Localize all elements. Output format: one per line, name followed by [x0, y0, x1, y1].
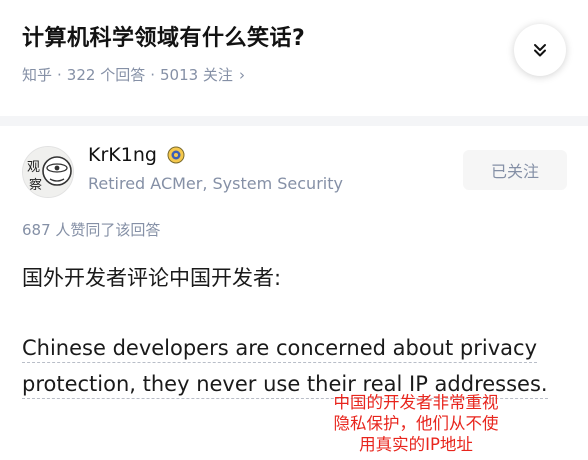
double-chevron-down-icon — [534, 44, 546, 57]
meta-separator: · — [57, 65, 62, 84]
source-label: 知乎 — [22, 66, 53, 84]
avatar[interactable]: 观 察 — [22, 146, 74, 198]
answer-count: 322 个回答 — [66, 66, 146, 84]
achievement-badge-icon — [167, 146, 185, 164]
section-divider — [0, 116, 588, 126]
vote-count: 687 人赞同了该回答 — [22, 221, 161, 239]
translation-annotation: 中国的开发者非常重视 — [333, 393, 499, 412]
question-title[interactable]: 计算机科学领域有什么笑话? — [22, 20, 305, 52]
chevron-right-icon: › — [238, 65, 245, 84]
answer-text-line: Chinese developers are concerned about p… — [22, 336, 537, 363]
author-bio: Retired ACMer, System Security — [88, 174, 343, 193]
author-row: 观 察 KrK1ng Retired ACMer, System Securit… — [0, 138, 588, 208]
avatar-char-1: 观 — [27, 160, 40, 175]
avatar-char-2: 察 — [29, 178, 42, 193]
followed-button[interactable]: 已关注 — [463, 150, 567, 190]
author-name[interactable]: KrK1ng — [88, 144, 185, 166]
author-name-text: KrK1ng — [88, 144, 157, 166]
collapse-button[interactable] — [514, 24, 566, 76]
question-header: 计算机科学领域有什么笑话? 知乎 · 322 个回答 · 5013 关注 › — [0, 0, 588, 110]
answer-text-underlined: Chinese developers are concerned about p… — [22, 336, 537, 363]
translation-annotation: 隐私保护，他们从不使 — [333, 414, 499, 433]
translation-annotation: 用真实的IP地址 — [359, 435, 473, 454]
question-meta[interactable]: 知乎 · 322 个回答 · 5013 关注 › — [22, 64, 245, 85]
follower-count: 5013 关注 — [159, 66, 233, 84]
meta-separator: · — [150, 65, 155, 84]
answer-text-line: 国外开发者评论中国开发者: — [22, 266, 282, 290]
